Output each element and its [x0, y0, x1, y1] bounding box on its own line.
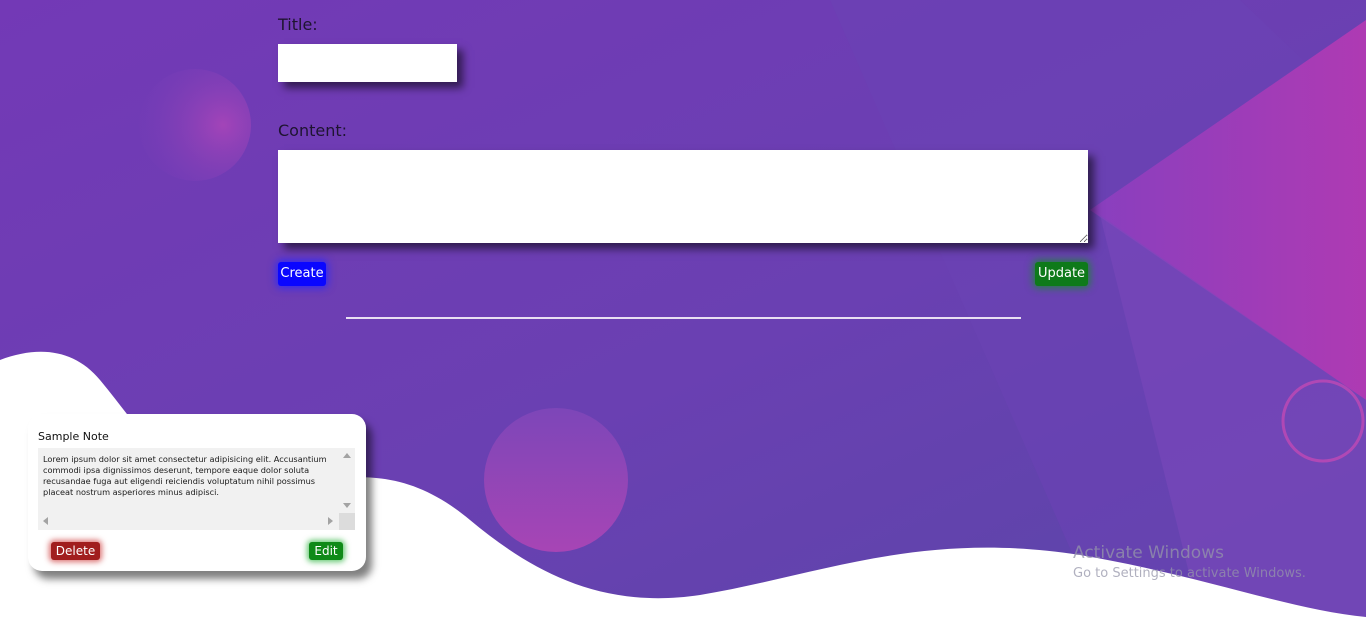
note-content: Lorem ipsum dolor sit amet consectetur a…: [43, 454, 327, 497]
scroll-down-icon[interactable]: [343, 503, 351, 508]
note-content-box[interactable]: Lorem ipsum dolor sit amet consectetur a…: [38, 448, 355, 530]
activate-windows-watermark: Activate Windows Go to Settings to activ…: [1073, 543, 1306, 581]
vertical-scrollbar[interactable]: [339, 448, 355, 513]
content-textarea[interactable]: [278, 150, 1088, 243]
note-card: Sample Note Lorem ipsum dolor sit amet c…: [28, 414, 366, 571]
scroll-right-icon[interactable]: [328, 517, 333, 525]
title-input[interactable]: [278, 44, 457, 82]
delete-button[interactable]: Delete: [51, 542, 100, 560]
scrollbar-corner: [339, 513, 355, 530]
watermark-title: Activate Windows: [1073, 543, 1224, 563]
create-button[interactable]: Create: [278, 262, 326, 286]
bg-circle-middle: [484, 408, 628, 552]
update-button[interactable]: Update: [1035, 262, 1088, 286]
note-form: Title: Content: Create Update: [0, 0, 1366, 330]
edit-button[interactable]: Edit: [309, 542, 343, 560]
scroll-left-icon[interactable]: [43, 517, 48, 525]
title-label: Title:: [278, 15, 318, 34]
content-label: Content:: [278, 121, 348, 140]
watermark-subtitle: Go to Settings to activate Windows.: [1073, 566, 1306, 581]
horizontal-scrollbar[interactable]: [38, 513, 339, 530]
divider: [346, 317, 1021, 319]
note-title: Sample Note: [38, 430, 109, 443]
scroll-up-icon[interactable]: [343, 453, 351, 458]
